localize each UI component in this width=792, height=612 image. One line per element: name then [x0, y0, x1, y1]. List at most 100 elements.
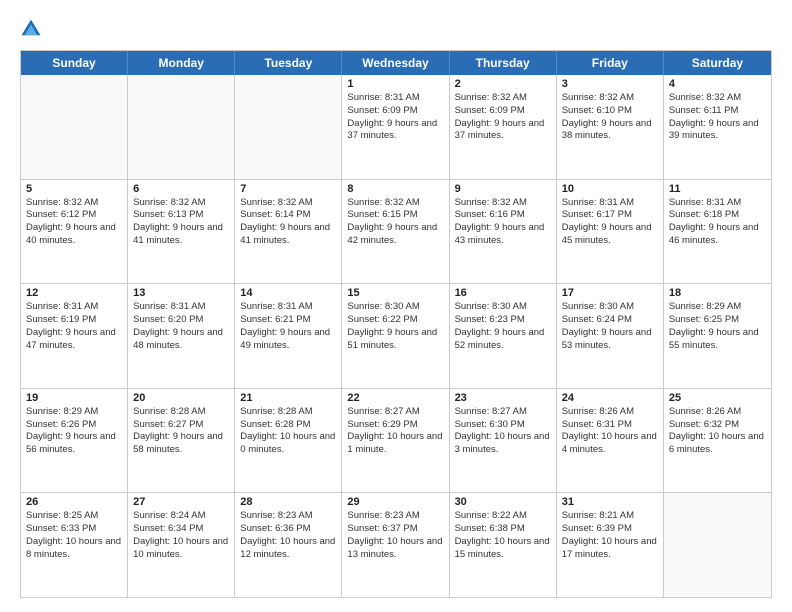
- day-number: 31: [562, 496, 658, 508]
- day-info: Sunrise: 8:32 AMSunset: 6:13 PMDaylight:…: [133, 197, 229, 248]
- day-cell-30: 30 Sunrise: 8:22 AMSunset: 6:38 PMDayligh…: [450, 493, 557, 597]
- week-row-3: 12 Sunrise: 8:31 AMSunset: 6:19 PMDayligh…: [21, 284, 771, 389]
- day-number: 25: [669, 392, 766, 404]
- day-number: 12: [26, 287, 122, 299]
- day-number: 5: [26, 183, 122, 195]
- day-info: Sunrise: 8:32 AMSunset: 6:11 PMDaylight:…: [669, 92, 766, 143]
- day-number: 29: [347, 496, 443, 508]
- day-info: Sunrise: 8:22 AMSunset: 6:38 PMDaylight:…: [455, 510, 551, 561]
- day-cell-7: 7 Sunrise: 8:32 AMSunset: 6:14 PMDaylight…: [235, 180, 342, 284]
- day-info: Sunrise: 8:30 AMSunset: 6:22 PMDaylight:…: [347, 301, 443, 352]
- day-info: Sunrise: 8:30 AMSunset: 6:23 PMDaylight:…: [455, 301, 551, 352]
- day-cell-29: 29 Sunrise: 8:23 AMSunset: 6:37 PMDayligh…: [342, 493, 449, 597]
- day-number: 9: [455, 183, 551, 195]
- calendar: SundayMondayTuesdayWednesdayThursdayFrid…: [20, 50, 772, 598]
- day-number: 16: [455, 287, 551, 299]
- day-cell-31: 31 Sunrise: 8:21 AMSunset: 6:39 PMDayligh…: [557, 493, 664, 597]
- day-number: 10: [562, 183, 658, 195]
- day-info: Sunrise: 8:27 AMSunset: 6:29 PMDaylight:…: [347, 406, 443, 457]
- day-info: Sunrise: 8:32 AMSunset: 6:14 PMDaylight:…: [240, 197, 336, 248]
- day-number: 17: [562, 287, 658, 299]
- day-cell-empty: [235, 75, 342, 179]
- day-cell-17: 17 Sunrise: 8:30 AMSunset: 6:24 PMDayligh…: [557, 284, 664, 388]
- day-cell-9: 9 Sunrise: 8:32 AMSunset: 6:16 PMDaylight…: [450, 180, 557, 284]
- day-cell-13: 13Sunrise: 8:31 AMSunset: 6:20 PMDayligh…: [128, 284, 235, 388]
- day-cell-15: 15 Sunrise: 8:30 AMSunset: 6:22 PMDayligh…: [342, 284, 449, 388]
- day-number: 6: [133, 183, 229, 195]
- day-header-sunday: Sunday: [21, 51, 128, 75]
- day-cell-25: 25 Sunrise: 8:26 AMSunset: 6:32 PMDayligh…: [664, 389, 771, 493]
- day-number: 11: [669, 183, 766, 195]
- day-cell-26: 26Sunrise: 8:25 AMSunset: 6:33 PMDayligh…: [21, 493, 128, 597]
- day-number: 18: [669, 287, 766, 299]
- day-info: Sunrise: 8:32 AMSunset: 6:15 PMDaylight:…: [347, 197, 443, 248]
- day-header-friday: Friday: [557, 51, 664, 75]
- day-number: 4: [669, 78, 766, 90]
- day-info: Sunrise: 8:23 AMSunset: 6:36 PMDaylight:…: [240, 510, 336, 561]
- day-header-monday: Monday: [128, 51, 235, 75]
- logo: [20, 18, 46, 40]
- day-cell-28: 28Sunrise: 8:23 AMSunset: 6:36 PMDayligh…: [235, 493, 342, 597]
- day-cell-2: 2 Sunrise: 8:32 AMSunset: 6:09 PMDaylight…: [450, 75, 557, 179]
- day-cell-6: 6 Sunrise: 8:32 AMSunset: 6:13 PMDaylight…: [128, 180, 235, 284]
- day-info: Sunrise: 8:31 AMSunset: 6:21 PMDaylight:…: [240, 301, 336, 352]
- day-info: Sunrise: 8:26 AMSunset: 6:32 PMDaylight:…: [669, 406, 766, 457]
- day-headers: SundayMondayTuesdayWednesdayThursdayFrid…: [21, 51, 771, 75]
- day-number: 8: [347, 183, 443, 195]
- day-info: Sunrise: 8:26 AMSunset: 6:31 PMDaylight:…: [562, 406, 658, 457]
- day-cell-12: 12 Sunrise: 8:31 AMSunset: 6:19 PMDayligh…: [21, 284, 128, 388]
- day-number: 30: [455, 496, 551, 508]
- day-info: Sunrise: 8:28 AMSunset: 6:28 PMDaylight:…: [240, 406, 336, 457]
- day-cell-1: 1Sunrise: 8:31 AMSunset: 6:09 PMDaylight…: [342, 75, 449, 179]
- day-number: 23: [455, 392, 551, 404]
- day-info: Sunrise: 8:32 AMSunset: 6:09 PMDaylight:…: [455, 92, 551, 143]
- day-cell-24: 24 Sunrise: 8:26 AMSunset: 6:31 PMDayligh…: [557, 389, 664, 493]
- day-cell-21: 21 Sunrise: 8:28 AMSunset: 6:28 PMDayligh…: [235, 389, 342, 493]
- day-info: Sunrise: 8:31 AMSunset: 6:18 PMDaylight:…: [669, 197, 766, 248]
- day-number: 15: [347, 287, 443, 299]
- day-cell-20: 20Sunrise: 8:28 AMSunset: 6:27 PMDayligh…: [128, 389, 235, 493]
- day-info: Sunrise: 8:29 AMSunset: 6:25 PMDaylight:…: [669, 301, 766, 352]
- day-header-thursday: Thursday: [450, 51, 557, 75]
- day-cell-empty: [21, 75, 128, 179]
- week-row-2: 5 Sunrise: 8:32 AMSunset: 6:12 PMDaylight…: [21, 180, 771, 285]
- day-number: 13: [133, 287, 229, 299]
- day-number: 22: [347, 392, 443, 404]
- day-cell-16: 16 Sunrise: 8:30 AMSunset: 6:23 PMDayligh…: [450, 284, 557, 388]
- day-number: 2: [455, 78, 551, 90]
- day-info: Sunrise: 8:29 AMSunset: 6:26 PMDaylight:…: [26, 406, 122, 457]
- page: SundayMondayTuesdayWednesdayThursdayFrid…: [0, 0, 792, 612]
- day-header-saturday: Saturday: [664, 51, 771, 75]
- day-cell-11: 11 Sunrise: 8:31 AMSunset: 6:18 PMDayligh…: [664, 180, 771, 284]
- day-number: 21: [240, 392, 336, 404]
- day-cell-19: 19 Sunrise: 8:29 AMSunset: 6:26 PMDayligh…: [21, 389, 128, 493]
- day-number: 24: [562, 392, 658, 404]
- day-info: Sunrise: 8:32 AMSunset: 6:12 PMDaylight:…: [26, 197, 122, 248]
- day-cell-4: 4 Sunrise: 8:32 AMSunset: 6:11 PMDaylight…: [664, 75, 771, 179]
- day-info: Sunrise: 8:23 AMSunset: 6:37 PMDaylight:…: [347, 510, 443, 561]
- day-number: 1: [347, 78, 443, 90]
- day-cell-3: 3Sunrise: 8:32 AMSunset: 6:10 PMDaylight…: [557, 75, 664, 179]
- day-cell-empty: [664, 493, 771, 597]
- day-cell-8: 8 Sunrise: 8:32 AMSunset: 6:15 PMDaylight…: [342, 180, 449, 284]
- day-number: 19: [26, 392, 122, 404]
- day-info: Sunrise: 8:32 AMSunset: 6:16 PMDaylight:…: [455, 197, 551, 248]
- day-cell-18: 18 Sunrise: 8:29 AMSunset: 6:25 PMDayligh…: [664, 284, 771, 388]
- day-cell-10: 10 Sunrise: 8:31 AMSunset: 6:17 PMDayligh…: [557, 180, 664, 284]
- day-info: Sunrise: 8:32 AMSunset: 6:10 PMDaylight:…: [562, 92, 658, 143]
- week-row-5: 26Sunrise: 8:25 AMSunset: 6:33 PMDayligh…: [21, 493, 771, 597]
- day-info: Sunrise: 8:31 AMSunset: 6:17 PMDaylight:…: [562, 197, 658, 248]
- day-info: Sunrise: 8:30 AMSunset: 6:24 PMDaylight:…: [562, 301, 658, 352]
- day-number: 7: [240, 183, 336, 195]
- day-cell-23: 23 Sunrise: 8:27 AMSunset: 6:30 PMDayligh…: [450, 389, 557, 493]
- day-number: 14: [240, 287, 336, 299]
- day-info: Sunrise: 8:21 AMSunset: 6:39 PMDaylight:…: [562, 510, 658, 561]
- day-header-tuesday: Tuesday: [235, 51, 342, 75]
- day-cell-27: 27Sunrise: 8:24 AMSunset: 6:34 PMDayligh…: [128, 493, 235, 597]
- day-info: Sunrise: 8:27 AMSunset: 6:30 PMDaylight:…: [455, 406, 551, 457]
- logo-icon: [20, 18, 42, 40]
- day-info: Sunrise: 8:31 AMSunset: 6:19 PMDaylight:…: [26, 301, 122, 352]
- day-info: Sunrise: 8:24 AMSunset: 6:34 PMDaylight:…: [133, 510, 229, 561]
- day-number: 26: [26, 496, 122, 508]
- day-header-wednesday: Wednesday: [342, 51, 449, 75]
